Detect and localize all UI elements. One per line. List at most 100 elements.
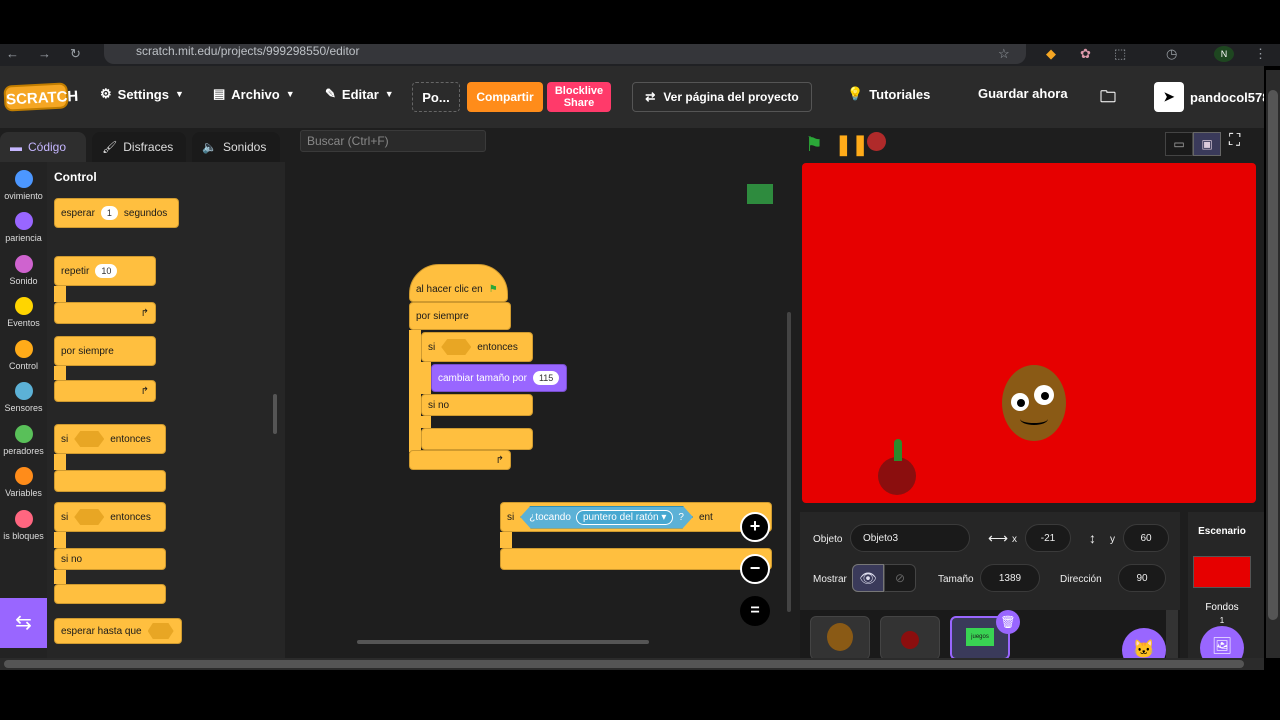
lightbulb-icon: 💡 <box>847 86 864 101</box>
delete-sprite-icon[interactable]: 🗑 <box>996 610 1020 634</box>
page-scrollbar-horizontal[interactable] <box>0 658 1264 670</box>
wait-block[interactable]: esperar 1 segundos <box>54 198 179 228</box>
category-sound[interactable]: Sonido <box>0 255 47 286</box>
zoom-in-button[interactable]: + <box>740 512 770 542</box>
user-avatar: ➤ <box>1154 82 1184 112</box>
category-variables[interactable]: Variables <box>0 467 47 498</box>
tutorials-button[interactable]: 💡 Tutoriales <box>847 86 930 102</box>
sprite-list-scrollbar[interactable] <box>1166 610 1178 658</box>
category-sensing[interactable]: Sensores <box>0 382 47 413</box>
zoom-out-button[interactable]: − <box>740 554 770 584</box>
scrollbar-thumb[interactable] <box>1268 90 1278 620</box>
condition-slot[interactable] <box>441 339 472 355</box>
category-events[interactable]: Eventos <box>0 297 47 328</box>
block-input[interactable]: 1 <box>100 206 118 220</box>
stage-canvas[interactable] <box>802 163 1256 503</box>
small-stage-icon[interactable]: ▭ <box>1165 132 1193 156</box>
blocklive-share-button[interactable]: Blocklive Share <box>547 82 611 112</box>
project-title-field[interactable]: Po... <box>412 82 460 112</box>
sprite-name-input[interactable]: Objeto3 <box>850 524 970 552</box>
normal-stage-icon[interactable]: ▣ <box>1193 132 1221 156</box>
sprite-thumb-apple[interactable] <box>880 616 940 658</box>
backdrop-thumbnail[interactable] <box>1193 556 1251 588</box>
page-scrollbar-vertical[interactable] <box>1266 70 1280 658</box>
condition-slot[interactable] <box>147 623 174 639</box>
if-else-block[interactable]: si entonces <box>421 332 533 362</box>
add-backdrop-button[interactable]: 🖼 <box>1200 626 1244 658</box>
settings-menu[interactable]: ⚙ Settings ▼ <box>100 86 184 102</box>
history-icon[interactable]: ◷ <box>1166 46 1177 62</box>
condition-slot[interactable] <box>74 431 105 447</box>
pause-icon[interactable]: ❚❚ <box>835 132 869 157</box>
script-scrollbar-h[interactable] <box>357 640 649 644</box>
script-scrollbar-v[interactable] <box>787 312 791 612</box>
search-input[interactable]: Buscar (Ctrl+F) <box>300 130 486 152</box>
file-menu[interactable]: ▤ Archivo ▼ <box>213 86 295 102</box>
sprite-thumb-potato[interactable] <box>810 616 870 658</box>
if-then-block[interactable]: si entonces <box>54 424 166 454</box>
touching-target-dropdown[interactable]: puntero del ratón ▾ <box>575 509 674 525</box>
fullscreen-icon[interactable]: ⛶ <box>1229 132 1240 150</box>
palette-scrollbar[interactable] <box>273 394 277 434</box>
add-extension-button[interactable]: ⇆ <box>0 598 47 648</box>
zoom-reset-button[interactable]: = <box>740 596 770 626</box>
forever-block[interactable]: por siempre <box>409 302 511 330</box>
browser-menu-icon[interactable]: ⋮ <box>1254 46 1267 62</box>
change-size-block[interactable]: cambiar tamaño por 115 <box>431 364 567 392</box>
if-else-block-end <box>54 584 166 604</box>
condition-slot[interactable] <box>74 509 105 525</box>
scratch-logo[interactable]: SCRATCH <box>3 82 79 112</box>
chevron-down-icon: ▼ <box>285 89 295 99</box>
repeat-block[interactable]: repetir 10 <box>54 256 156 286</box>
loose-if-block[interactable]: si ¿tocando puntero del ratón ▾ ? ent <box>500 502 772 532</box>
profile-avatar[interactable]: N <box>1214 46 1234 62</box>
tab-costumes[interactable]: 🖌 Disfraces <box>92 132 186 162</box>
category-dot-icon <box>14 382 33 400</box>
edit-menu[interactable]: ✎ Editar ▼ <box>325 86 394 102</box>
category-looks[interactable]: pariencia <box>0 212 47 243</box>
folder-icon[interactable]: 🗀 <box>1100 86 1116 113</box>
wait-until-block[interactable]: esperar hasta que <box>54 618 182 644</box>
category-my-blocks[interactable]: is bloques <box>0 510 47 541</box>
see-project-page-button[interactable]: ⇄ Ver página del proyecto <box>632 82 812 112</box>
when-flag-clicked-block[interactable]: al hacer clic en ⚑ <box>409 264 508 302</box>
show-visible-icon[interactable]: 👁 <box>852 564 884 592</box>
forward-icon[interactable]: → <box>38 46 51 61</box>
reload-icon[interactable]: ↻ <box>70 46 81 62</box>
category-control[interactable]: Control <box>0 340 47 371</box>
block-input[interactable]: 115 <box>532 371 560 385</box>
y-input[interactable]: 60 <box>1123 524 1169 552</box>
apple-sprite[interactable] <box>878 457 916 495</box>
category-operators[interactable]: peradores <box>0 425 47 456</box>
category-label: Eventos <box>7 318 40 328</box>
settings-label: Settings <box>117 86 169 102</box>
back-icon[interactable]: ← <box>6 46 19 61</box>
save-now-button[interactable]: Guardar ahora <box>978 86 1068 101</box>
touching-sensing-block[interactable]: ¿tocando puntero del ratón ▾ ? <box>520 505 693 529</box>
address-bar[interactable]: scratch.mit.edu/projects/999298550/edito… <box>104 44 1026 64</box>
script-area[interactable]: al hacer clic en ⚑ por siempre si entonc… <box>285 162 797 658</box>
direction-input[interactable]: 90 <box>1118 564 1166 592</box>
tab-code[interactable]: ▬ Código <box>0 132 86 162</box>
size-input[interactable]: 1389 <box>980 564 1040 592</box>
stop-icon[interactable] <box>867 132 886 151</box>
user-account-menu[interactable]: ➤ pandocol578 <box>1154 82 1264 112</box>
share-button[interactable]: Compartir <box>467 82 543 112</box>
extension-icon-2[interactable]: ✿ <box>1080 46 1091 62</box>
block-text: si <box>507 511 515 523</box>
hide-icon[interactable]: ⊘ <box>884 564 916 592</box>
extensions-puzzle-icon[interactable]: ⬚ <box>1114 46 1126 62</box>
category-motion[interactable]: ovimiento <box>0 170 47 201</box>
if-else-block[interactable]: si entonces <box>54 502 166 532</box>
bookmark-star-icon[interactable]: ☆ <box>998 46 1010 62</box>
category-label: Sonido <box>9 276 38 286</box>
block-input[interactable]: 10 <box>95 264 118 278</box>
tab-sounds[interactable]: 🔈 Sonidos <box>192 132 280 162</box>
green-flag-icon[interactable]: ⚑ <box>805 132 823 157</box>
potato-sprite[interactable] <box>1002 365 1066 441</box>
url-text[interactable]: scratch.mit.edu/projects/999298550/edito… <box>136 44 359 58</box>
forever-block[interactable]: por siempre <box>54 336 156 366</box>
x-input[interactable]: -21 <box>1025 524 1071 552</box>
extension-icon[interactable]: ◆ <box>1046 46 1056 62</box>
scrollbar-thumb[interactable] <box>4 660 1244 668</box>
